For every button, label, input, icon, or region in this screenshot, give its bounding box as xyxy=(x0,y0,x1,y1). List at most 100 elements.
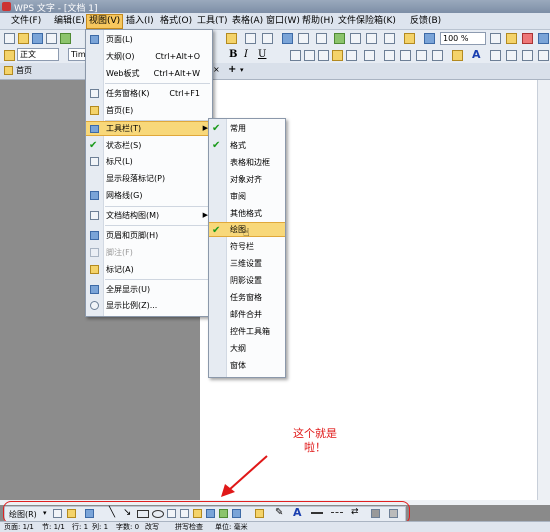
submenu-item-task-pane[interactable]: 任务窗格 xyxy=(209,290,285,305)
columns-icon[interactable] xyxy=(316,33,327,44)
borders-icon[interactable] xyxy=(522,50,533,61)
view-menu-item-web[interactable]: Web板式 Ctrl+Alt+W xyxy=(86,66,212,81)
submenu-item-tables-borders[interactable]: 表格和边框 xyxy=(209,155,285,170)
menu-view[interactable]: 视图(V) xyxy=(86,14,124,29)
submenu-item-forms[interactable]: 窗体 xyxy=(209,358,285,373)
drawing-icon[interactable] xyxy=(334,33,345,44)
vertical-scrollbar[interactable] xyxy=(537,80,550,500)
checkmark-icon: ✔ xyxy=(212,123,221,134)
menu-item-label: 其他格式 xyxy=(230,209,262,218)
undo-icon[interactable] xyxy=(245,33,256,44)
menu-help[interactable]: 帮助(H) xyxy=(300,15,336,28)
menu-feedback[interactable]: 反馈(B) xyxy=(408,15,443,28)
chevron-down-icon[interactable]: ▾ xyxy=(240,66,244,74)
new-tab-button[interactable]: + xyxy=(228,64,236,75)
underline-button[interactable]: U xyxy=(258,49,266,60)
tab-home[interactable]: 首页 xyxy=(16,65,32,76)
document-tab-bar: 首页 × + ▾ xyxy=(0,63,550,80)
justify-icon[interactable] xyxy=(332,50,343,61)
submenu-item-drawing[interactable]: ✔ 绘图 ☝ xyxy=(209,222,285,239)
submenu-item-controls[interactable]: 控件工具箱 xyxy=(209,324,285,339)
menu-item-label: 对象对齐 xyxy=(230,175,262,184)
print-icon[interactable] xyxy=(46,33,57,44)
bold-button[interactable]: B xyxy=(229,49,237,60)
view-menu-item-toolbars[interactable]: 工具栏(T) ▶ xyxy=(86,121,212,136)
skin-icon[interactable] xyxy=(506,33,517,44)
table-icon[interactable] xyxy=(298,33,309,44)
save-icon[interactable] xyxy=(32,33,43,44)
more-icon[interactable] xyxy=(538,50,549,61)
menu-tools[interactable]: 工具(T) xyxy=(195,15,230,28)
font-color-icon[interactable]: A xyxy=(472,48,481,61)
distribute-icon[interactable] xyxy=(346,50,357,61)
align-left-icon[interactable] xyxy=(290,50,301,61)
menu-table[interactable]: 表格(A) xyxy=(230,15,265,28)
new-doc-icon[interactable] xyxy=(4,33,15,44)
view-menu-item-outline[interactable]: 大纲(O) Ctrl+Alt+O xyxy=(86,49,212,64)
submenu-item-review[interactable]: 审阅 xyxy=(209,189,285,204)
help-icon[interactable] xyxy=(490,33,501,44)
menu-format[interactable]: 格式(O) xyxy=(158,15,194,28)
submenu-item-mail-merge[interactable]: 邮件合并 xyxy=(209,307,285,322)
format-painter-icon[interactable] xyxy=(226,33,237,44)
tab-close-icon[interactable]: × xyxy=(213,65,220,74)
bullets-icon[interactable] xyxy=(400,50,411,61)
menu-safe-box[interactable]: 文件保险箱(K) xyxy=(336,15,398,28)
view-menu-item-fullscreen[interactable]: 全屏显示(U) xyxy=(86,282,212,297)
view-menu-item-gridlines[interactable]: 网格线(G) xyxy=(86,188,212,203)
hyperlink-icon[interactable] xyxy=(282,33,293,44)
menu-window[interactable]: 窗口(W) xyxy=(264,15,302,28)
view-menu-item-doc-map[interactable]: 文档结构图(M) ▶ xyxy=(86,208,212,223)
style-select[interactable]: 正文 xyxy=(17,48,59,61)
menu-file[interactable]: 文件(F) xyxy=(9,15,43,28)
view-menu-item-page[interactable]: 页面(L) xyxy=(86,32,212,47)
redo-icon[interactable] xyxy=(262,33,273,44)
checkmark-icon: ✔ xyxy=(89,140,98,151)
submenu-item-other-format[interactable]: 其他格式 xyxy=(209,206,285,221)
gift-icon[interactable] xyxy=(522,33,533,44)
decrease-indent-icon[interactable] xyxy=(416,50,427,61)
view-menu-item-markup[interactable]: 标记(A) xyxy=(86,262,212,277)
submenu-item-standard[interactable]: ✔ 常用 xyxy=(209,121,285,136)
zoom-field[interactable]: 100 % xyxy=(440,32,486,45)
paragraph-mark-icon[interactable] xyxy=(366,33,377,44)
menu-item-label: 常用 xyxy=(230,124,246,133)
styles-icon[interactable] xyxy=(4,50,15,61)
submenu-item-shadow[interactable]: 阴影设置 xyxy=(209,273,285,288)
italic-button[interactable]: I xyxy=(244,49,248,60)
export-pdf-icon[interactable] xyxy=(60,33,71,44)
char-border-icon[interactable] xyxy=(490,50,501,61)
zoom-icon[interactable] xyxy=(424,33,435,44)
submenu-item-outline[interactable]: 大纲 xyxy=(209,341,285,356)
doc-map-icon[interactable] xyxy=(350,33,361,44)
menu-item-label: 三维设置 xyxy=(230,259,262,268)
view-menu-item-home[interactable]: 首页(E) xyxy=(86,103,212,118)
view-menu-item-header-footer[interactable]: 页眉和页脚(H) xyxy=(86,228,212,243)
menu-insert[interactable]: 插入(I) xyxy=(124,15,156,28)
align-right-icon[interactable] xyxy=(318,50,329,61)
view-menu-item-paragraph-marks[interactable]: 显示段落标记(P) xyxy=(86,171,212,186)
view-menu-item-statusbar[interactable]: ✔ 状态栏(S) xyxy=(86,138,212,153)
grid-icon[interactable] xyxy=(384,33,395,44)
numbering-icon[interactable] xyxy=(384,50,395,61)
menu-item-label: 页面(L) xyxy=(106,35,133,44)
view-menu-item-task-pane[interactable]: 任务窗格(K) Ctrl+F1 xyxy=(86,86,212,101)
submenu-item-symbols[interactable]: 符号栏 xyxy=(209,239,285,254)
char-shading-icon[interactable] xyxy=(506,50,517,61)
view-menu-item-zoom[interactable]: 显示比例(Z)... xyxy=(86,298,212,313)
submenu-item-format[interactable]: ✔ 格式 xyxy=(209,138,285,153)
align-center-icon[interactable] xyxy=(304,50,315,61)
home-icon xyxy=(90,106,99,115)
submenu-item-3d[interactable]: 三维设置 xyxy=(209,256,285,271)
highlight-color-icon[interactable] xyxy=(452,50,463,61)
cloud-icon[interactable] xyxy=(538,33,549,44)
submenu-item-object-align[interactable]: 对象对齐 xyxy=(209,172,285,187)
open-icon[interactable] xyxy=(18,33,29,44)
increase-indent-icon[interactable] xyxy=(432,50,443,61)
line-spacing-icon[interactable] xyxy=(364,50,375,61)
reading-icon[interactable] xyxy=(404,33,415,44)
view-menu-item-ruler[interactable]: 标尺(L) xyxy=(86,154,212,169)
checkmark-icon: ✔ xyxy=(212,225,221,236)
menu-edit[interactable]: 编辑(E) xyxy=(52,15,87,28)
menu-item-label: 页眉和页脚(H) xyxy=(106,231,159,240)
